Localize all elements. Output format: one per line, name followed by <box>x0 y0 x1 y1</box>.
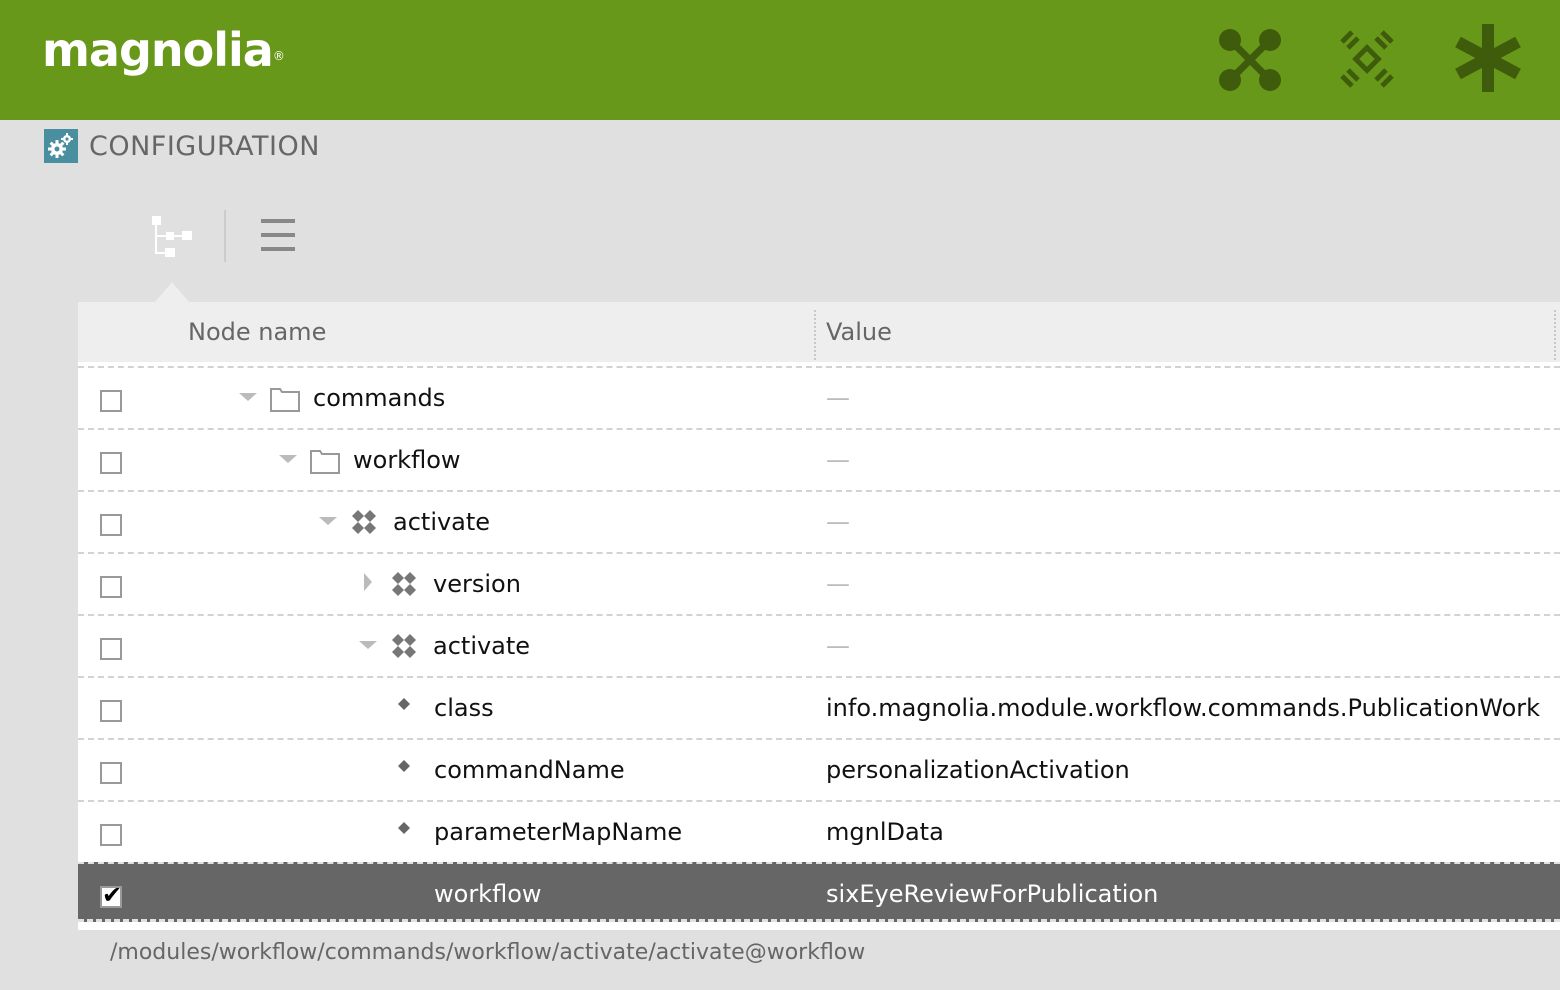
list-view-icon <box>261 219 295 251</box>
node-value: — <box>826 632 850 660</box>
node-path-status: /modules/workflow/commands/workflow/acti… <box>110 940 866 965</box>
top-bar: magnolia® <box>0 0 1560 120</box>
row-checkbox[interactable] <box>100 700 122 722</box>
table-row[interactable]: commands — <box>78 366 1560 426</box>
pulse-icon[interactable] <box>1330 22 1406 98</box>
row-checkbox[interactable] <box>100 762 122 784</box>
app-title: CONFIGURATION <box>89 130 320 162</box>
node-name: version <box>433 570 521 598</box>
column-header-node-name[interactable]: Node name <box>188 302 326 362</box>
magnolia-logo[interactable]: magnolia® <box>42 22 285 78</box>
table-row[interactable]: class info.magnolia.module.workflow.comma… <box>78 676 1560 736</box>
property-icon <box>394 756 424 786</box>
node-name: class <box>434 694 494 722</box>
node-name: parameterMapName <box>434 818 683 846</box>
property-icon <box>394 818 424 848</box>
apps-launcher-icon[interactable] <box>1212 22 1288 98</box>
node-value: — <box>826 570 850 598</box>
node-name: activate <box>433 632 531 660</box>
table-row[interactable]: activate — <box>78 614 1560 674</box>
row-checkbox[interactable] <box>100 390 122 412</box>
folder-icon <box>270 384 300 414</box>
table-row[interactable]: version — <box>78 552 1560 612</box>
folder-icon <box>310 446 340 476</box>
registered-mark: ® <box>272 49 285 63</box>
table-row[interactable]: ✔ workflow sixEyeReviewForPublication <box>78 862 1560 922</box>
row-checkbox[interactable] <box>100 638 122 660</box>
column-resize-handle[interactable] <box>1554 310 1556 360</box>
node-name: commands <box>313 384 446 412</box>
tree-view-button[interactable] <box>148 210 198 260</box>
brand-name: magnolia <box>42 23 274 77</box>
column-resize-handle[interactable] <box>814 310 816 360</box>
node-value: sixEyeReviewForPublication <box>826 880 1159 908</box>
node-value: info.magnolia.module.workflow.commands.P… <box>826 694 1541 722</box>
expand-toggle-icon[interactable] <box>358 572 378 592</box>
grid-header: Node name Value <box>78 302 1560 362</box>
list-view-button[interactable] <box>253 210 303 260</box>
configuration-gears-icon <box>44 129 78 163</box>
tree-grid: Node name Value commands — workflow — activa… <box>78 302 1560 930</box>
row-checkbox[interactable] <box>100 452 122 474</box>
node-name: workflow <box>353 446 461 474</box>
property-icon <box>394 694 424 724</box>
node-value: personalizationActivation <box>826 756 1130 784</box>
table-row[interactable]: workflow — <box>78 428 1560 488</box>
table-row[interactable]: commandName personalizationActivation <box>78 738 1560 798</box>
node-name: commandName <box>434 756 625 784</box>
property-icon <box>394 880 424 910</box>
node-value: — <box>826 446 850 474</box>
node-name: workflow <box>434 880 542 908</box>
collapse-toggle-icon[interactable] <box>318 510 338 530</box>
node-value: — <box>826 384 850 412</box>
tree-view-icon <box>152 216 192 257</box>
table-row[interactable]: activate — <box>78 490 1560 550</box>
node-name: activate <box>393 508 491 536</box>
collapse-toggle-icon[interactable] <box>278 448 298 468</box>
favorites-icon[interactable] <box>1450 22 1526 98</box>
checkmark-icon: ✔ <box>102 881 123 909</box>
app-header: CONFIGURATION <box>44 128 320 164</box>
active-view-indicator <box>155 282 189 302</box>
collapse-toggle-icon[interactable] <box>358 634 378 654</box>
content-node-icon <box>350 508 380 538</box>
row-checkbox[interactable] <box>100 824 122 846</box>
row-checkbox[interactable]: ✔ <box>100 881 122 909</box>
column-header-value[interactable]: Value <box>826 302 892 362</box>
collapse-toggle-icon[interactable] <box>238 386 258 406</box>
row-checkbox[interactable] <box>100 514 122 536</box>
node-value: — <box>826 508 850 536</box>
content-node-icon <box>390 570 420 600</box>
view-switch-divider <box>224 210 226 262</box>
table-row[interactable]: parameterMapName mgnlData <box>78 800 1560 860</box>
row-checkbox[interactable] <box>100 576 122 598</box>
content-node-icon <box>390 632 420 662</box>
node-value: mgnlData <box>826 818 944 846</box>
